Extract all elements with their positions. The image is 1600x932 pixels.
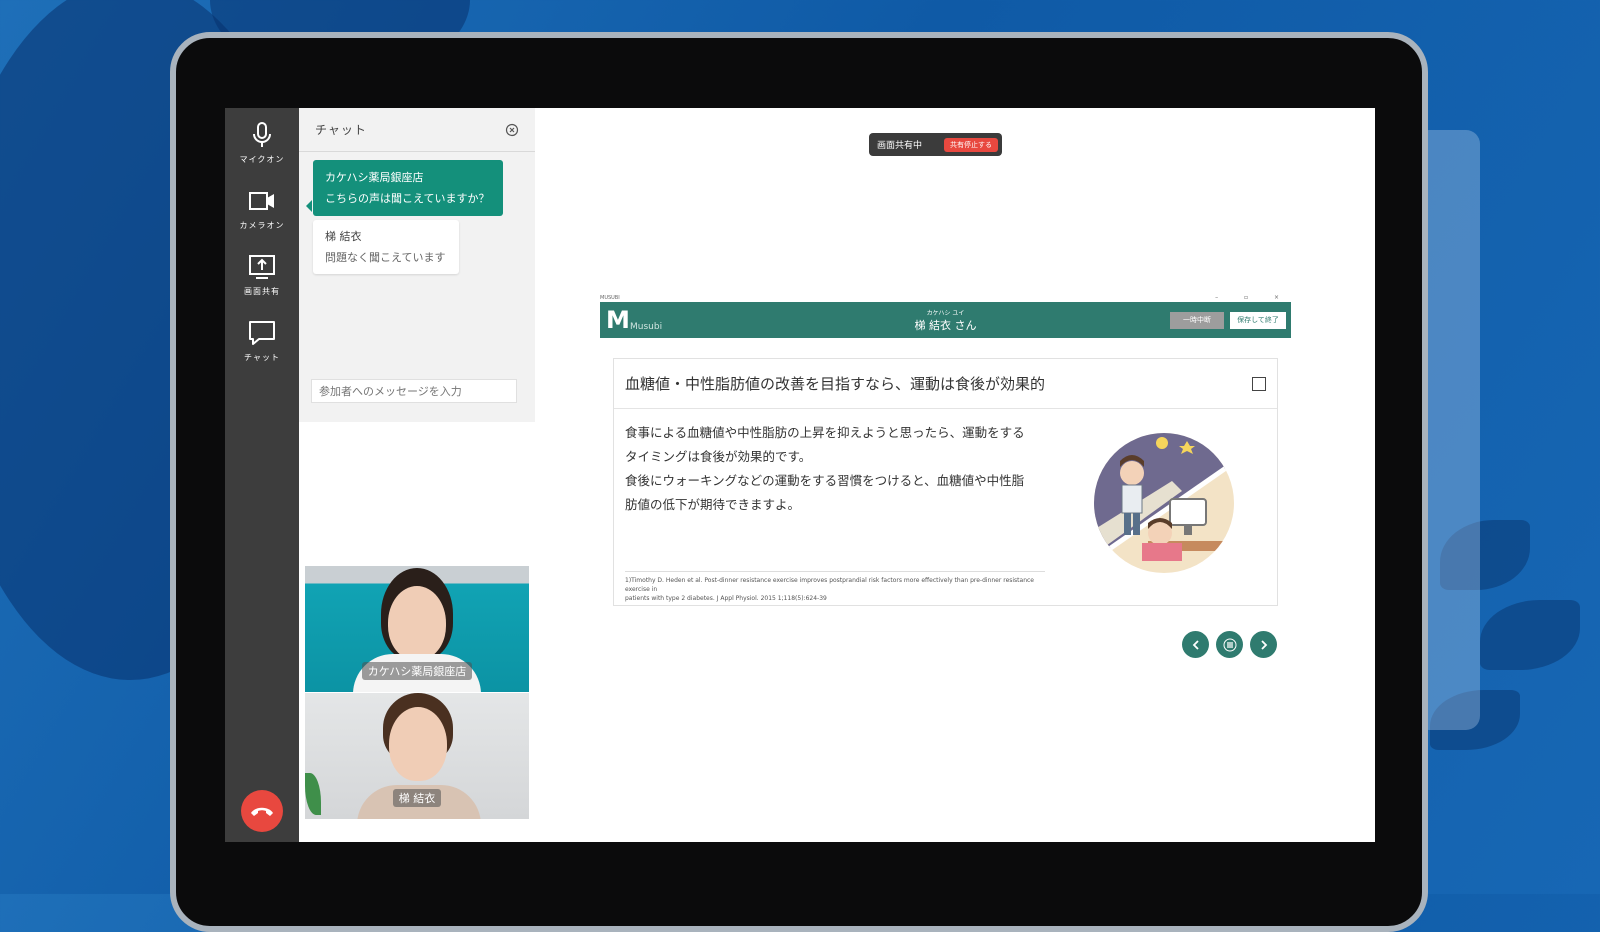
screen-share-status: 画面共有中 (877, 141, 923, 151)
next-card-button[interactable] (1250, 631, 1277, 658)
advice-card-title: 血糖値・中性脂肪値の改善を目指すなら、運動は食後が効果的 (625, 375, 1046, 393)
video-name-tag: 梯 結衣 (305, 787, 529, 807)
chat-title: チャット (315, 123, 367, 137)
video-camera-icon (249, 192, 274, 210)
chevron-right-icon (1260, 639, 1267, 650)
chat-message-text: 問題なく聞こえています (325, 251, 446, 264)
menu-icon (1223, 638, 1236, 651)
advice-text-line: タイミングは食後が効果的です。 (625, 449, 812, 464)
participant-video-pharmacy: カケハシ薬局銀座店 (305, 566, 529, 692)
advice-text-line: 食事による血糖値や中性脂肪の上昇を抑えようと思ったら、運動をする (625, 425, 1025, 440)
hangup-button[interactable] (241, 790, 283, 832)
screen-share-label: 画面共有 (244, 287, 280, 296)
chat-label: チャット (244, 353, 280, 362)
exercise-illustration (1094, 433, 1234, 573)
participant-face (389, 707, 447, 781)
advice-text-line: 食後にウォーキングなどの運動をする習慣をつけると、血糖値や中性脂 (625, 473, 1025, 488)
advice-card: 血糖値・中性脂肪値の改善を目指すなら、運動は食後が効果的 食事による血糖値や中性… (613, 358, 1278, 606)
chevron-left-icon (1192, 639, 1199, 650)
app-window-title: MUSUBI (600, 294, 620, 301)
camera-button[interactable]: カメラオン (225, 186, 299, 231)
chat-message-sender: カケハシ薬局銀座店 (325, 171, 424, 184)
close-icon[interactable] (505, 123, 519, 137)
previous-card-button[interactable] (1182, 631, 1209, 658)
advice-reference: 1)Timothy D. Heden et al. Post-dinner re… (625, 571, 1045, 603)
chat-message-other: 梯 結衣 問題なく聞こえています (313, 220, 459, 274)
chat-message-sender: 梯 結衣 (325, 230, 362, 243)
participant-name: カケハシ薬局銀座店 (361, 662, 473, 680)
video-name-tag: カケハシ薬局銀座店 (305, 660, 529, 680)
mic-button[interactable]: マイクオン (225, 120, 299, 165)
mic-icon (253, 122, 271, 147)
shared-app-window: MUSUBI – ▫ × M Musubi カケハシ ユイ 梯 結衣 さん 一時… (600, 293, 1291, 683)
stop-sharing-button[interactable]: 共有停止する (944, 137, 998, 152)
app-header: M Musubi カケハシ ユイ 梯 結衣 さん 一時中断 保存して終了 (600, 302, 1291, 338)
participant-name: 梯 結衣 (392, 789, 442, 807)
card-menu-button[interactable] (1216, 631, 1243, 658)
advice-text-line: 肪値の低下が期待できますよ。 (625, 497, 801, 512)
chat-message-input[interactable] (311, 379, 517, 403)
screen-share-icon (249, 255, 275, 279)
chat-panel: チャット カケハシ薬局銀座店 こちらの声は聞こえていますか？ 梯 結衣 問題なく… (299, 108, 535, 422)
screen-share-indicator: 画面共有中 共有停止する (869, 133, 1002, 156)
window-controls[interactable]: – ▫ × (1215, 294, 1291, 301)
save-and-end-button[interactable]: 保存して終了 (1230, 312, 1286, 329)
chat-message-text: こちらの声は聞こえていますか？ (325, 192, 490, 205)
reference-line: 1)Timothy D. Heden et al. Post-dinner re… (625, 577, 1035, 593)
app-window-titlebar: MUSUBI – ▫ × (600, 293, 1291, 302)
chat-button[interactable]: チャット (225, 318, 299, 363)
advice-card-body: 食事による血糖値や中性脂肪の上昇を抑えようと思ったら、運動をする タイミングは食… (625, 421, 1055, 517)
advice-card-header: 血糖値・中性脂肪値の改善を目指すなら、運動は食後が効果的 (614, 359, 1277, 409)
phone-hangup-icon (251, 807, 273, 816)
chat-header: チャット (299, 108, 535, 152)
video-call-screen: マイクオン カメラオン 画面共有 チャット チャット カケハシ薬局銀座店 こちら… (225, 108, 1375, 842)
participant-video-patient: 梯 結衣 (305, 693, 529, 819)
camera-label: カメラオン (239, 221, 285, 230)
reference-line: patients with type 2 diabetes. J Appl Ph… (625, 595, 827, 602)
background-plant-leaf (1480, 600, 1580, 670)
chat-bubble-icon (249, 321, 275, 345)
screen-share-button[interactable]: 画面共有 (225, 252, 299, 297)
mic-label: マイクオン (239, 155, 285, 164)
pause-button[interactable]: 一時中断 (1170, 312, 1224, 329)
advice-checkbox[interactable] (1252, 376, 1266, 391)
participant-face (388, 586, 446, 660)
call-toolbar: マイクオン カメラオン 画面共有 チャット (225, 108, 299, 842)
chat-message-own: カケハシ薬局銀座店 こちらの声は聞こえていますか？ (306, 160, 503, 216)
